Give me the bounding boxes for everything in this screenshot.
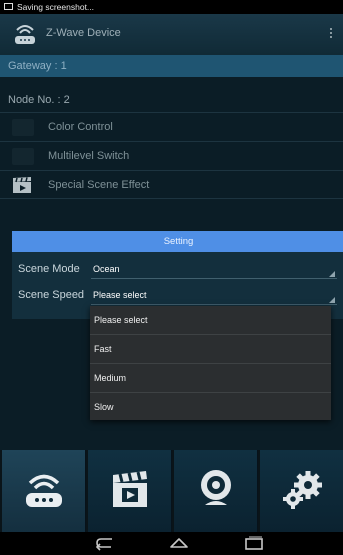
speed-option-please-select[interactable]: Please select — [90, 306, 331, 334]
speed-dropdown-menu: Please select Fast Medium Slow — [90, 306, 331, 420]
speed-option-fast[interactable]: Fast — [90, 334, 331, 362]
clapperboard-icon — [12, 177, 34, 194]
list-item-special-scene-effect[interactable]: Special Scene Effect — [0, 170, 343, 199]
status-bar: Saving screenshot... — [0, 0, 343, 14]
clapperboard-icon — [113, 471, 147, 507]
scene-speed-select[interactable]: Please select — [91, 286, 337, 306]
gateway-label[interactable]: Gateway : 1 — [0, 55, 343, 77]
overflow-menu-icon[interactable] — [330, 28, 333, 41]
home-icon[interactable] — [168, 536, 190, 551]
screenshot-icon — [4, 3, 13, 10]
app-title: Z-Wave Device — [46, 27, 121, 39]
status-notification-text: Saving screenshot... — [17, 2, 95, 12]
tab-camera[interactable] — [174, 450, 258, 532]
scene-mode-label: Scene Mode — [18, 263, 80, 275]
scene-speed-value: Please select — [93, 290, 147, 300]
tab-settings[interactable] — [260, 450, 343, 532]
list-item-label: Color Control — [48, 121, 113, 133]
action-bar: Z-Wave Device — [0, 14, 343, 55]
webcam-icon — [201, 470, 231, 505]
scene-speed-row: Scene Speed Please select — [12, 284, 343, 308]
dialog-title: Setting — [12, 231, 343, 252]
dropdown-arrow-icon — [329, 271, 335, 277]
gears-icon — [283, 471, 322, 509]
speed-option-slow[interactable]: Slow — [90, 392, 331, 420]
zwave-router-icon[interactable] — [12, 21, 38, 47]
tab-scene[interactable] — [88, 450, 172, 532]
scene-mode-select[interactable]: Ocean — [91, 260, 337, 280]
list-item-color-control[interactable]: Color Control — [0, 112, 343, 141]
node-label: Node No. : 2 — [8, 94, 70, 106]
system-nav-bar — [0, 532, 343, 555]
scene-speed-label: Scene Speed — [18, 289, 85, 301]
zwave-router-icon — [26, 474, 62, 507]
multilevel-switch-icon — [12, 148, 34, 165]
scene-mode-row: Scene Mode Ocean — [12, 258, 343, 282]
recents-icon[interactable] — [243, 536, 265, 551]
list-item-label: Special Scene Effect — [48, 179, 150, 191]
dropdown-arrow-icon — [329, 297, 335, 303]
color-control-icon — [12, 119, 34, 136]
list-item-label: Multilevel Switch — [48, 150, 130, 162]
bottom-tab-bar — [0, 450, 343, 532]
tab-zwave-device[interactable] — [2, 450, 86, 532]
back-icon[interactable] — [94, 536, 116, 551]
scene-mode-value: Ocean — [93, 264, 120, 274]
speed-option-medium[interactable]: Medium — [90, 363, 331, 391]
list-item-multilevel-switch[interactable]: Multilevel Switch — [0, 141, 343, 170]
